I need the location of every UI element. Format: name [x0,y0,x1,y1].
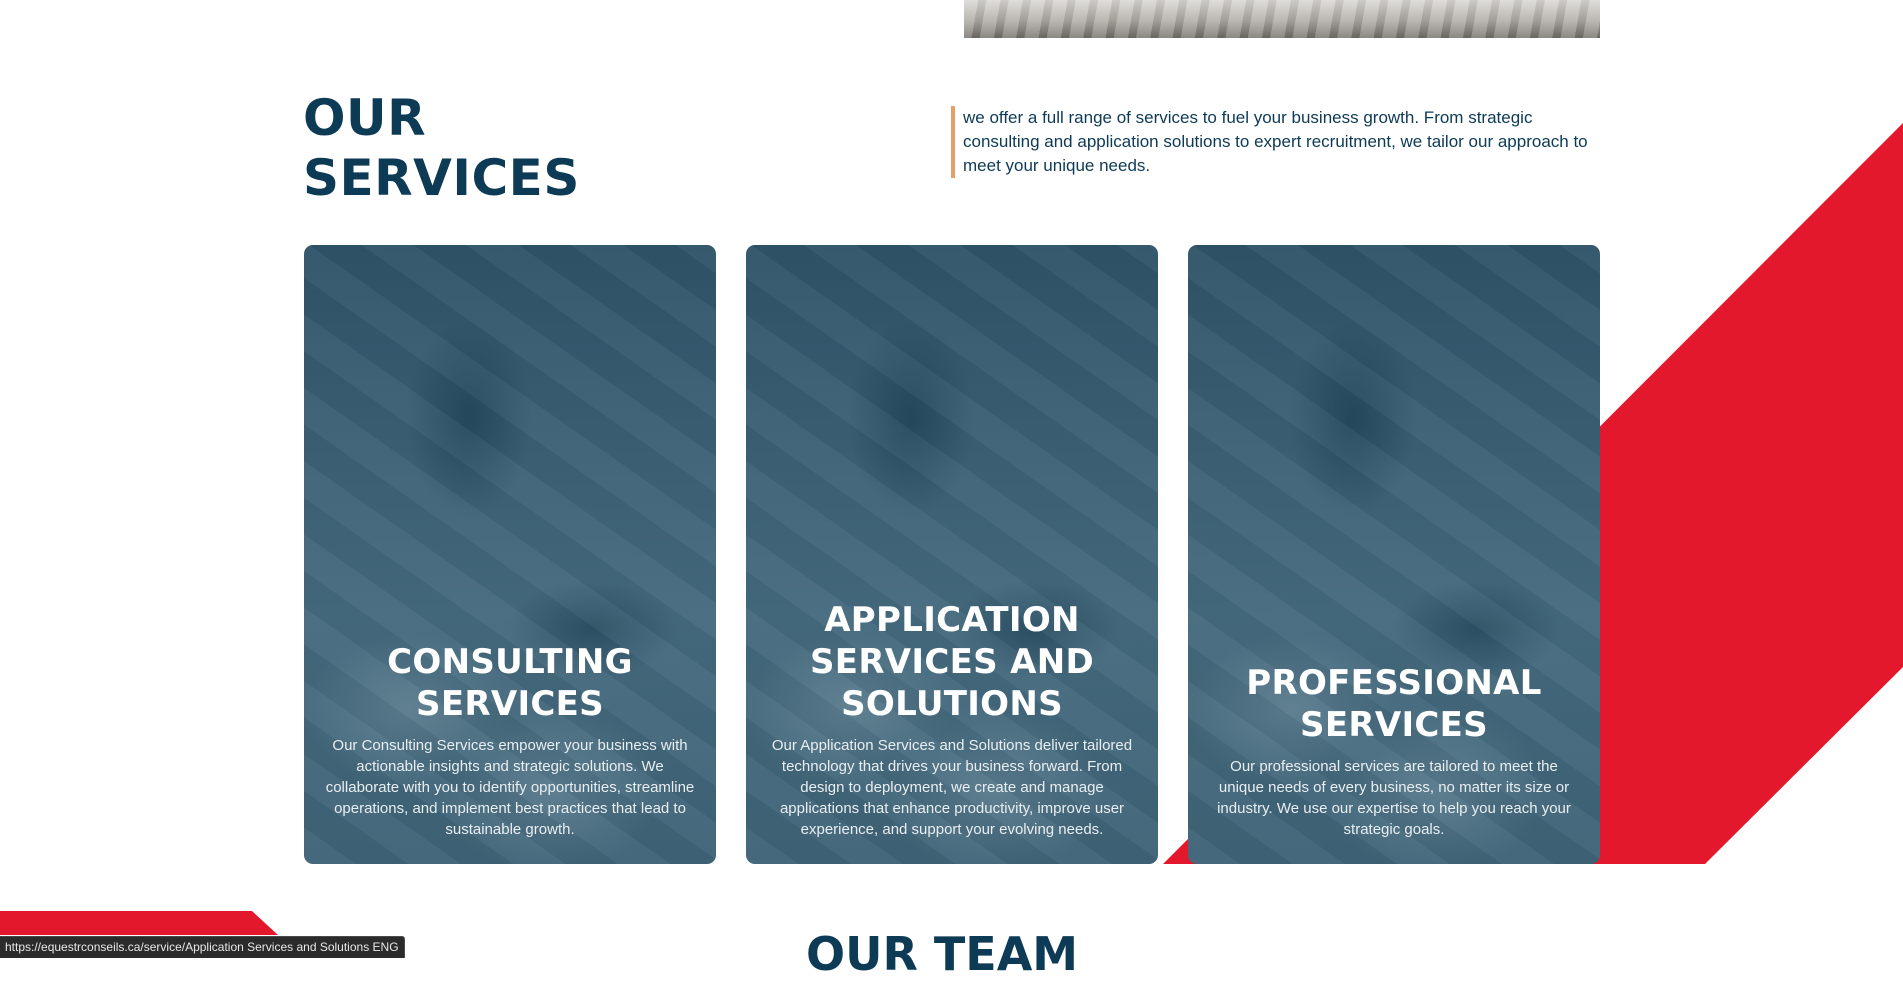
red-bottom-left-stripe [0,911,278,935]
keyboard-photo [964,0,1600,38]
card-title-line2: SERVICES [416,684,604,724]
card-title-line2: SERVICES AND [810,642,1094,682]
services-intro: we offer a full range of services to fue… [951,106,1603,178]
card-title: CONSULTING SERVICES [322,641,698,725]
service-card-professional[interactable]: PROFESSIONAL SERVICES Our professional s… [1188,245,1600,864]
service-card-consulting[interactable]: CONSULTING SERVICES Our Consulting Servi… [304,245,716,864]
card-title: PROFESSIONAL SERVICES [1206,662,1582,746]
card-content: CONSULTING SERVICES Our Consulting Servi… [304,641,716,840]
top-photo-strip [964,0,1600,38]
section-title-line1: OUR [303,89,427,147]
card-description: Our professional services are tailored t… [1217,758,1571,838]
team-section-title: OUR TEAM [806,927,1079,981]
card-description: Our Consulting Services empower your bus… [325,737,695,838]
card-content: APPLICATION SERVICES AND SOLUTIONS Our A… [746,599,1158,840]
browser-status-url: https://equestrconseils.ca/service/Appli… [0,936,405,958]
card-description: Our Application Services and Solutions d… [771,737,1133,838]
card-title-line1: PROFESSIONAL [1246,663,1542,703]
card-title-line1: CONSULTING [387,642,633,682]
card-title-line2: SERVICES [1300,705,1488,745]
section-title-line2: SERVICES [303,149,580,207]
section-title: OUR SERVICES [303,88,580,208]
card-title: APPLICATION SERVICES AND SOLUTIONS [764,599,1140,725]
service-card-application[interactable]: APPLICATION SERVICES AND SOLUTIONS Our A… [746,245,1158,864]
card-title-line3: SOLUTIONS [841,684,1063,724]
card-content: PROFESSIONAL SERVICES Our professional s… [1188,662,1600,840]
card-title-line1: APPLICATION [824,600,1080,640]
